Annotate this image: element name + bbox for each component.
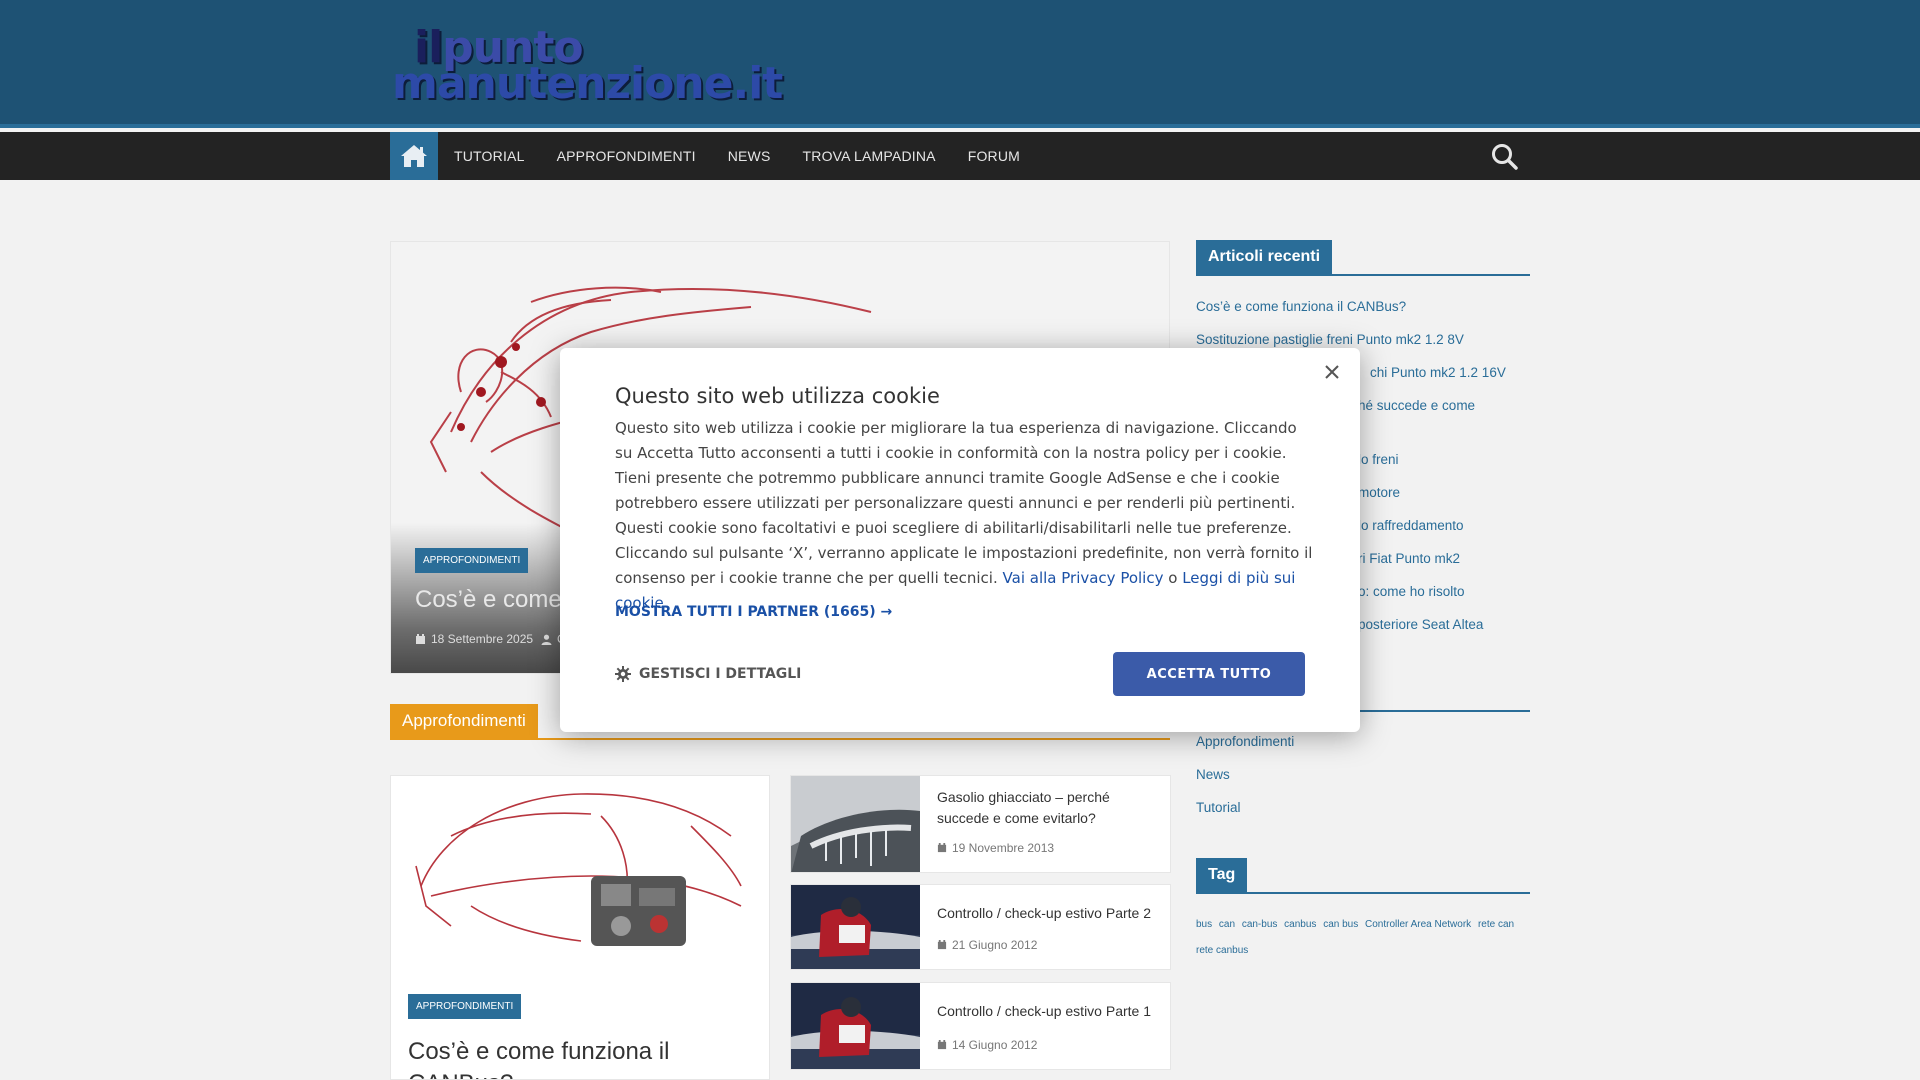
small-post-title[interactable]: Controllo / check-up estivo Parte 2 bbox=[937, 903, 1157, 924]
manage-details-button[interactable]: GESTISCI I DETTAGLI bbox=[615, 666, 801, 682]
close-icon bbox=[1325, 365, 1339, 379]
privacy-policy-link[interactable]: Vai alla Privacy Policy bbox=[1003, 569, 1164, 587]
recent-post-link[interactable]: lo raffreddamento bbox=[1358, 518, 1464, 533]
home-button[interactable] bbox=[390, 132, 438, 180]
close-button[interactable] bbox=[1318, 358, 1346, 386]
calendar-icon bbox=[937, 843, 947, 853]
site-header: ilpunto manutenzione.it bbox=[0, 0, 1920, 128]
tag-link[interactable]: canbus bbox=[1284, 919, 1316, 930]
gear-icon bbox=[615, 666, 631, 682]
big-post-title[interactable]: Cos’è e come funziona il CANBus? bbox=[408, 1036, 748, 1079]
recent-post-link[interactable]: chi Punto mk2 1.2 16V bbox=[1370, 365, 1506, 380]
small-post-thumbnail[interactable] bbox=[791, 885, 920, 969]
tag-link[interactable]: can bus bbox=[1323, 919, 1358, 930]
small-post-date[interactable]: 21 Giugno 2012 bbox=[937, 938, 1037, 952]
mechanic-checkup-image bbox=[791, 983, 920, 1069]
small-post-date-text: 21 Giugno 2012 bbox=[952, 938, 1038, 952]
tag-link[interactable]: rete can bbox=[1478, 919, 1514, 930]
featured-date[interactable]: 18 Settembre 2025 bbox=[415, 632, 533, 646]
small-post-title[interactable]: Gasolio ghiacciato – perché succede e co… bbox=[937, 787, 1157, 829]
widget-heading-recent: Articoli recenti bbox=[1196, 240, 1530, 276]
frozen-mirror-image bbox=[791, 776, 920, 872]
category-link-approfondimenti[interactable]: Approfondimenti bbox=[1196, 734, 1294, 749]
tag-link[interactable]: can bbox=[1219, 919, 1235, 930]
tag-link[interactable]: Controller Area Network bbox=[1365, 919, 1471, 930]
main-navigation: TUTORIAL APPROFONDIMENTI NEWS TROVA LAMP… bbox=[0, 132, 1920, 180]
small-post-date-text: 14 Giugno 2012 bbox=[952, 1038, 1038, 1052]
manage-details-label: GESTISCI I DETTAGLI bbox=[639, 666, 802, 682]
featured-title[interactable]: Cos’è e come bbox=[415, 586, 562, 614]
category-link-tutorial[interactable]: Tutorial bbox=[1196, 800, 1241, 815]
tag-cloud: bus can can-bus canbus can bus Controlle… bbox=[1196, 912, 1536, 964]
small-post-card[interactable]: Controllo / check-up estivo Parte 2 21 G… bbox=[790, 884, 1171, 970]
small-post-date[interactable]: 14 Giugno 2012 bbox=[937, 1038, 1037, 1052]
small-post-thumbnail[interactable] bbox=[791, 776, 920, 872]
nav-item-tutorial[interactable]: TUTORIAL bbox=[454, 148, 525, 164]
small-post-card[interactable]: Gasolio ghiacciato – perché succede e co… bbox=[790, 775, 1171, 873]
nav-item-forum[interactable]: FORUM bbox=[968, 148, 1020, 164]
accept-all-button[interactable]: ACCETTA TUTTO bbox=[1113, 652, 1305, 696]
recent-post-link[interactable]: motore bbox=[1358, 485, 1400, 500]
big-post-card[interactable]: APPROFONDIMENTI Cos’è e come funziona il… bbox=[390, 775, 770, 1080]
recent-post-link[interactable]: ri Fiat Punto mk2 bbox=[1358, 551, 1460, 566]
small-post-thumbnail[interactable] bbox=[791, 983, 920, 1069]
tag-link[interactable]: can-bus bbox=[1242, 919, 1278, 930]
nav-item-approfondimenti[interactable]: APPROFONDIMENTI bbox=[557, 148, 696, 164]
nav-item-news[interactable]: NEWS bbox=[728, 148, 771, 164]
small-post-title[interactable]: Controllo / check-up estivo Parte 1 bbox=[937, 1001, 1157, 1022]
featured-date-text: 18 Settembre 2025 bbox=[431, 632, 534, 646]
tag-link[interactable]: rete canbus bbox=[1196, 945, 1248, 956]
site-logo[interactable]: ilpunto manutenzione.it bbox=[392, 22, 783, 109]
calendar-icon bbox=[937, 1040, 947, 1050]
featured-category-badge[interactable]: APPROFONDIMENTI bbox=[415, 548, 529, 573]
widget-title: Tag bbox=[1196, 858, 1248, 893]
mechanic-checkup-image bbox=[791, 885, 920, 969]
recent-post-link[interactable]: Sostituzione pastiglie freni Punto mk2 1… bbox=[1196, 332, 1464, 347]
recent-post-link[interactable]: o: come ho risolto bbox=[1358, 584, 1465, 599]
recent-post-link[interactable]: hé succede e come bbox=[1358, 398, 1475, 413]
user-icon bbox=[541, 634, 552, 645]
cookie-or-text: o bbox=[1168, 569, 1178, 587]
logo-line-2: manutenzione.it bbox=[392, 58, 783, 109]
show-partners-link[interactable]: MOSTRA TUTTI I PARTNER (1665) → bbox=[615, 604, 892, 620]
small-post-card[interactable]: Controllo / check-up estivo Parte 1 14 G… bbox=[790, 982, 1171, 1070]
tag-link[interactable]: bus bbox=[1196, 919, 1212, 930]
home-icon bbox=[401, 145, 427, 167]
category-link-news[interactable]: News bbox=[1196, 767, 1230, 782]
widget-heading-tag: Tag bbox=[1196, 858, 1530, 894]
calendar-icon bbox=[937, 940, 947, 950]
search-button[interactable] bbox=[1490, 142, 1520, 172]
nav-item-trova-lampadina[interactable]: TROVA LAMPADINA bbox=[803, 148, 936, 164]
big-post-image bbox=[391, 776, 769, 966]
widget-title: Articoli recenti bbox=[1196, 240, 1333, 275]
nav-menu: TUTORIAL APPROFONDIMENTI NEWS TROVA LAMP… bbox=[454, 132, 1052, 180]
recent-post-link[interactable]: lo freni bbox=[1358, 452, 1399, 467]
search-icon bbox=[1492, 144, 1518, 170]
calendar-icon bbox=[416, 633, 425, 644]
cookie-dialog-title: Questo sito web utilizza cookie bbox=[615, 384, 940, 408]
small-post-date[interactable]: 19 Novembre 2013 bbox=[937, 841, 1054, 855]
big-post-category-badge[interactable]: APPROFONDIMENTI bbox=[408, 994, 522, 1019]
cookie-consent-dialog: Questo sito web utilizza cookie Questo s… bbox=[560, 348, 1360, 732]
section-title: Approfondimenti bbox=[390, 704, 538, 740]
small-post-date-text: 19 Novembre 2013 bbox=[952, 841, 1055, 855]
cookie-dialog-body: Questo sito web utilizza i cookie per mi… bbox=[615, 416, 1315, 616]
recent-post-link[interactable]: posteriore Seat Altea bbox=[1358, 617, 1483, 632]
cookie-body-text: Questo sito web utilizza i cookie per mi… bbox=[615, 419, 1297, 537]
recent-post-link[interactable]: Cos’è e come funziona il CANBus? bbox=[1196, 299, 1406, 314]
